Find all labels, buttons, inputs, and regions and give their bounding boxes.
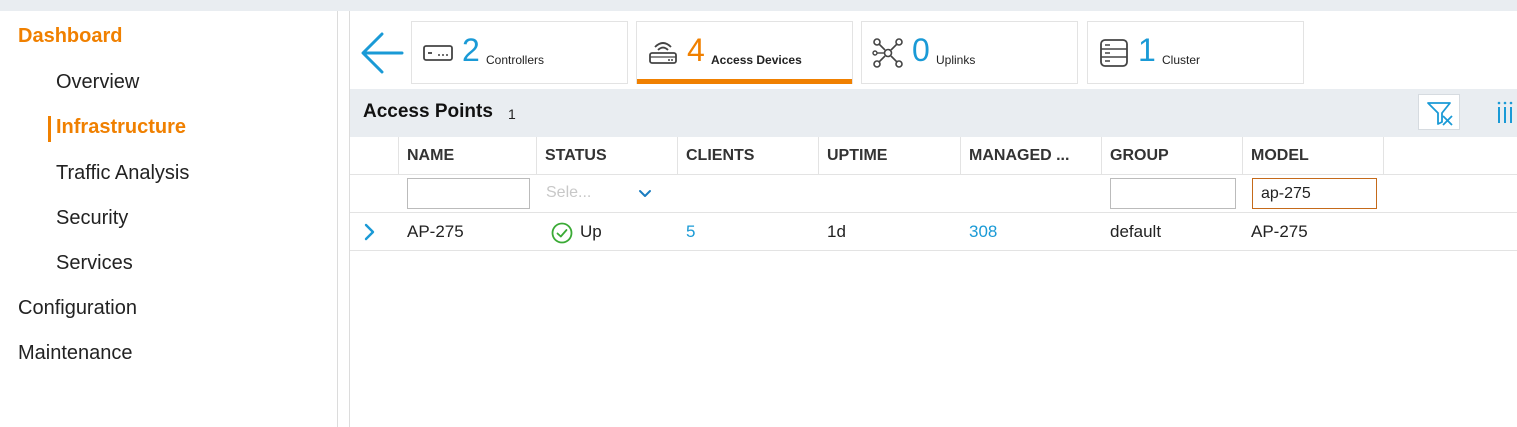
col-group[interactable]: GROUP [1102,137,1243,175]
col-model[interactable]: MODEL [1243,137,1384,175]
back-arrow-icon[interactable] [358,29,406,77]
col-status[interactable]: STATUS [537,137,678,175]
card-controllers[interactable]: 2 Controllers [411,21,628,84]
active-indicator [48,116,51,142]
chevron-right-icon[interactable] [362,222,378,242]
uplinks-count: 0 [912,32,930,68]
col-uptime[interactable]: UPTIME [819,137,961,175]
cell-group: default [1110,222,1162,241]
group-filter-input[interactable] [1110,178,1236,209]
nav-dashboard[interactable]: Dashboard [18,25,122,48]
nav-traffic-analysis[interactable]: Traffic Analysis [56,162,189,185]
chevron-down-icon [639,190,651,197]
top-strip [0,0,1517,11]
nav-services[interactable]: Services [56,252,133,275]
panel-header: Access Points 1 [350,89,1517,137]
active-card-underline [637,79,852,84]
cell-managed[interactable]: 308 [969,213,997,251]
nav-infrastructure[interactable]: Infrastructure [56,116,186,139]
nav-security[interactable]: Security [56,207,128,230]
sidebar-nav: Dashboard Overview Infrastructure Traffi… [0,11,338,427]
card-cluster[interactable]: 1 Cluster [1087,21,1304,84]
columns-button[interactable] [1488,97,1517,129]
cell-status: Up [580,222,602,241]
columns-icon [1497,101,1513,123]
col-name[interactable]: NAME [399,137,537,175]
cell-clients[interactable]: 5 [686,213,695,251]
cluster-count: 1 [1138,32,1156,68]
nav-configuration[interactable]: Configuration [18,297,137,320]
uplinks-icon [872,38,903,68]
cell-uptime: 1d [827,222,846,241]
card-access-devices[interactable]: 4 Access Devices [636,21,853,84]
access-device-icon [649,42,677,64]
access-devices-label: Access Devices [711,53,802,67]
table-header: NAME STATUS CLIENTS UPTIME MANAGED ... G… [350,137,1517,175]
cluster-icon [1100,39,1128,67]
controllers-label: Controllers [486,53,545,67]
controllers-count: 2 [462,32,480,68]
table-row[interactable]: AP-275 Up 5 1d 308 default AP-275 [350,213,1517,251]
main-content: 2 Controllers 4 Access Devices 0 Uplinks… [349,11,1517,427]
col-clients[interactable]: CLIENTS [678,137,819,175]
nav-maintenance[interactable]: Maintenance [18,342,133,365]
status-filter-placeholder: Sele... [546,184,592,201]
nav-overview[interactable]: Overview [56,71,139,94]
panel-count: 1 [508,106,516,122]
filter-row: Sele... [350,175,1517,213]
cell-name: AP-275 [407,222,464,241]
col-expand [350,137,399,175]
filter-clear-icon [1427,102,1453,126]
status-ok-icon [551,222,573,244]
cluster-label: Cluster [1162,53,1201,67]
model-filter-input[interactable] [1252,178,1377,209]
col-managed[interactable]: MANAGED ... [961,137,1102,175]
panel-title: Access Points [363,101,493,122]
uplinks-label: Uplinks [936,53,976,67]
name-filter-input[interactable] [407,178,530,209]
clear-filter-button[interactable] [1418,94,1460,130]
controller-icon [423,45,453,61]
cell-model: AP-275 [1251,222,1308,241]
status-filter-select[interactable]: Sele... [546,178,658,209]
card-uplinks[interactable]: 0 Uplinks [861,21,1078,84]
access-devices-count: 4 [687,32,705,68]
